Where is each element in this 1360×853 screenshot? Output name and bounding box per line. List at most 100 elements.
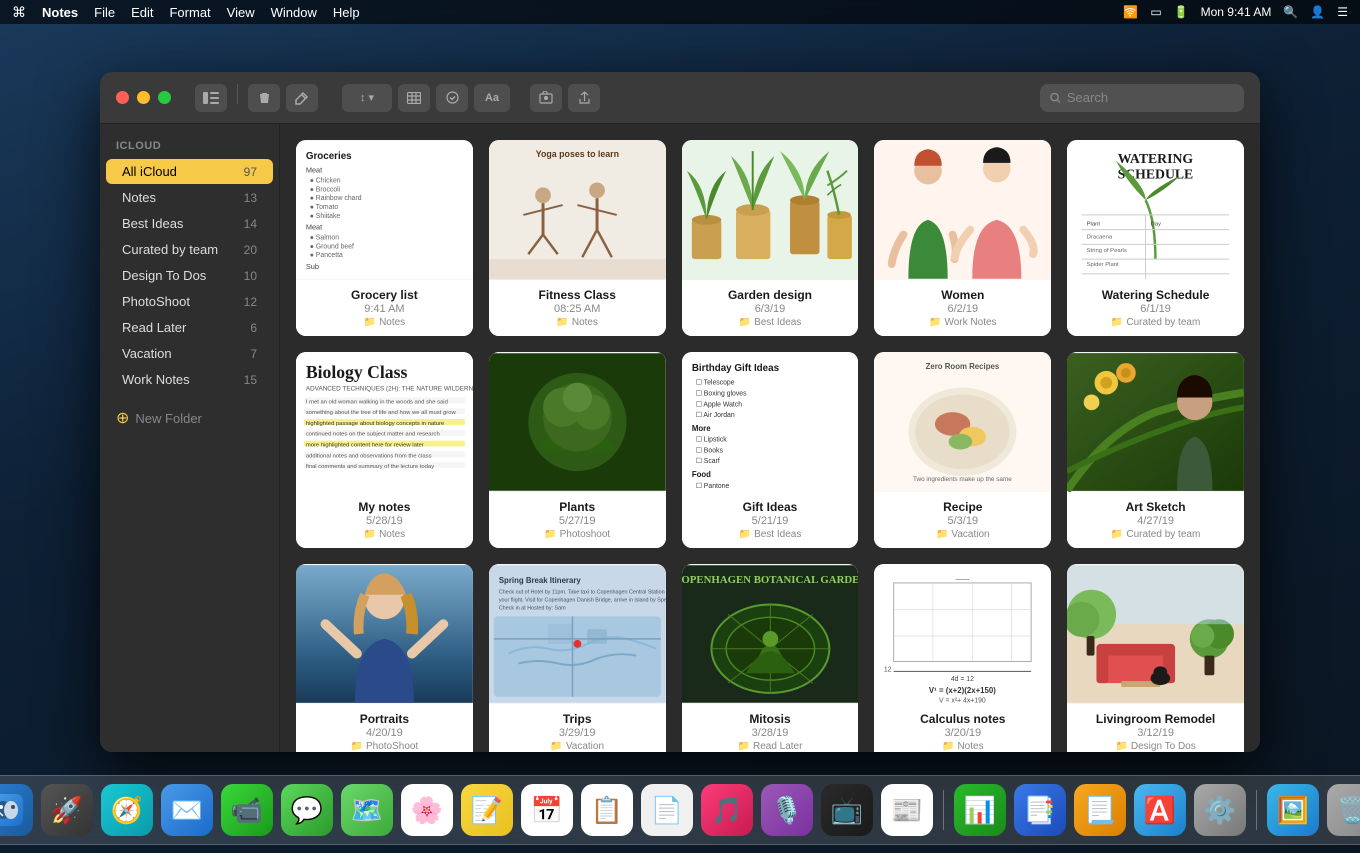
note-card-trips[interactable]: Spring Break Itinerary Check out of Hote… (489, 564, 666, 752)
dock-screenshot[interactable]: 🖼️ (1267, 784, 1319, 836)
svg-text:V = x²+ 4x+190: V = x²+ 4x+190 (939, 698, 986, 704)
sidebar-item-best-ideas[interactable]: Best Ideas 14 (106, 211, 273, 236)
spotlight-icon[interactable]: 🔍 (1283, 5, 1298, 19)
dock-safari[interactable]: 🧭 (101, 784, 153, 836)
notes-area: Groceries Meat ● Chicken ● Broccoli ● Ra… (280, 124, 1260, 752)
airplay-icon[interactable]: ▭ (1150, 5, 1161, 19)
dock-textedit[interactable]: 📄 (641, 784, 693, 836)
minimize-button[interactable] (137, 91, 150, 104)
search-bar[interactable] (1040, 84, 1244, 112)
note-card-grocery[interactable]: Groceries Meat ● Chicken ● Broccoli ● Ra… (296, 140, 473, 336)
folder-icon: 📁 (739, 317, 751, 328)
attach-button[interactable] (530, 84, 562, 112)
user-avatar[interactable]: 👤 (1310, 5, 1325, 19)
note-card-portraits[interactable]: Portraits 4/20/19 📁 PhotoShoot (296, 564, 473, 752)
svg-text:4d = 12: 4d = 12 (951, 676, 974, 683)
sidebar-item-photoshoot[interactable]: PhotoShoot 12 (106, 289, 273, 314)
compose-button[interactable] (286, 84, 318, 112)
dock-podcasts[interactable]: 🎙️ (761, 784, 813, 836)
svg-text:——: —— (956, 576, 970, 583)
close-button[interactable] (116, 91, 129, 104)
apple-menu[interactable]: ⌘ (12, 4, 26, 21)
table-button[interactable] (398, 84, 430, 112)
main-content: iCloud All iCloud 97 Notes 13 Best Ideas… (100, 124, 1260, 752)
share-button[interactable] (568, 84, 600, 112)
sidebar-item-work-notes[interactable]: Work Notes 15 (106, 367, 273, 392)
notes-grid: Groceries Meat ● Chicken ● Broccoli ● Ra… (296, 140, 1244, 752)
menu-help[interactable]: Help (333, 5, 360, 20)
dock-systemprefs[interactable]: ⚙️ (1194, 784, 1246, 836)
menu-format[interactable]: Format (169, 5, 210, 20)
dock-facetime[interactable]: 📹 (221, 784, 273, 836)
note-card-gift[interactable]: Birthday Gift Ideas ☐ Telescope ☐ Boxing… (682, 352, 859, 548)
checklist-button[interactable] (436, 84, 468, 112)
search-input[interactable] (1067, 90, 1234, 105)
fullscreen-button[interactable] (158, 91, 171, 104)
note-card-recipe[interactable]: Zero Room Recipes Two ingredients make u… (874, 352, 1051, 548)
dock-launchpad[interactable]: 🚀 (41, 784, 93, 836)
format-button[interactable]: Aa (474, 84, 510, 112)
note-card-plants[interactable]: Plants 5/27/19 📁 Photoshoot (489, 352, 666, 548)
dock-maps[interactable]: 🗺️ (341, 784, 393, 836)
sidebar-item-curated-by-team[interactable]: Curated by team 20 (106, 237, 273, 262)
note-card-art[interactable]: Art Sketch 4/27/19 📁 Curated by team (1067, 352, 1244, 548)
sidebar-item-vacation[interactable]: Vacation 7 (106, 341, 273, 366)
battery-icon[interactable]: 🔋 (1174, 5, 1189, 19)
menu-file[interactable]: File (94, 5, 115, 20)
svg-text:● Salmon: ● Salmon (310, 234, 339, 241)
menu-view[interactable]: View (227, 5, 255, 20)
dock-mail[interactable]: ✉️ (161, 784, 213, 836)
sidebar-toggle-button[interactable] (195, 84, 227, 112)
notes-window: ↕ ▾ Aa (100, 72, 1260, 752)
folder-icon: 📁 (1115, 741, 1127, 752)
svg-text:☐ Telescope: ☐ Telescope (695, 379, 734, 387)
note-card-watering[interactable]: WATERING SCHEDULE (1067, 140, 1244, 336)
svg-text:Spring Break Itinerary: Spring Break Itinerary (499, 576, 582, 585)
svg-text:Yoga poses to learn: Yoga poses to learn (536, 149, 619, 159)
svg-text:V¹ = (x+2)(2x+150): V¹ = (x+2)(2x+150) (929, 686, 996, 695)
dock-pages[interactable]: 📃 (1074, 784, 1126, 836)
dock-notes[interactable]: 📝 (461, 784, 513, 836)
note-card-mynotes[interactable]: Biology Class ADVANCED TECHNIQUES (2H): … (296, 352, 473, 548)
sidebar-item-all-icloud[interactable]: All iCloud 97 (106, 159, 273, 184)
note-card-calculus[interactable]: —— 4d = 12 12 V¹ = (x+2)(2x+150) (874, 564, 1051, 752)
sidebar-item-notes[interactable]: Notes 13 (106, 185, 273, 210)
wifi-icon[interactable]: 🛜 (1123, 5, 1138, 19)
dock-trash[interactable]: 🗑️ (1327, 784, 1360, 836)
dock-appstore[interactable]: 🅰️ (1134, 784, 1186, 836)
note-card-garden[interactable]: Garden design 6/3/19 📁 Best Ideas (682, 140, 859, 336)
dock-reminders[interactable]: 📋 (581, 784, 633, 836)
app-name[interactable]: Notes (42, 5, 78, 20)
note-card-mitosis[interactable]: COPENHAGEN BOTANICAL GARDEN (682, 564, 859, 752)
note-card-livingroom[interactable]: Livingroom Remodel 3/12/19 📁 Design To D… (1067, 564, 1244, 752)
dock-finder[interactable] (0, 784, 33, 836)
menu-window[interactable]: Window (271, 5, 317, 20)
dock-photos[interactable]: 🌸 (401, 784, 453, 836)
folder-icon: 📁 (364, 317, 376, 328)
dock-news[interactable]: 📰 (881, 784, 933, 836)
svg-text:● Chicken: ● Chicken (310, 177, 341, 184)
dock-calendar[interactable]: 📅 (521, 784, 573, 836)
note-card-women[interactable]: Women 6/2/19 📁 Work Notes (874, 140, 1051, 336)
svg-text:Food: Food (691, 470, 710, 479)
svg-text:● Rainbow chard: ● Rainbow chard (310, 195, 362, 202)
control-center-icon[interactable]: ☰ (1337, 5, 1348, 19)
sidebar-item-design-to-dos[interactable]: Design To Dos 10 (106, 263, 273, 288)
note-card-fitness[interactable]: Yoga poses to learn (489, 140, 666, 336)
svg-text:more highlighted content here: more highlighted content here for review… (306, 443, 424, 449)
dock-music[interactable]: 🎵 (701, 784, 753, 836)
delete-button[interactable] (248, 84, 280, 112)
sidebar-item-read-later[interactable]: Read Later 6 (106, 315, 273, 340)
folder-icon: 📁 (929, 317, 941, 328)
svg-text:Plant: Plant (1087, 222, 1101, 228)
sort-button[interactable]: ↕ ▾ (342, 84, 392, 112)
menu-edit[interactable]: Edit (131, 5, 153, 20)
toolbar-divider-1 (237, 84, 238, 104)
svg-text:12: 12 (884, 666, 892, 673)
svg-text:☐ Lipstick: ☐ Lipstick (695, 436, 726, 444)
dock-numbers[interactable]: 📊 (954, 784, 1006, 836)
new-folder-button[interactable]: ⊕ New Folder (100, 400, 279, 436)
dock-keynote[interactable]: 📑 (1014, 784, 1066, 836)
dock-appletv[interactable]: 📺 (821, 784, 873, 836)
dock-messages[interactable]: 💬 (281, 784, 333, 836)
